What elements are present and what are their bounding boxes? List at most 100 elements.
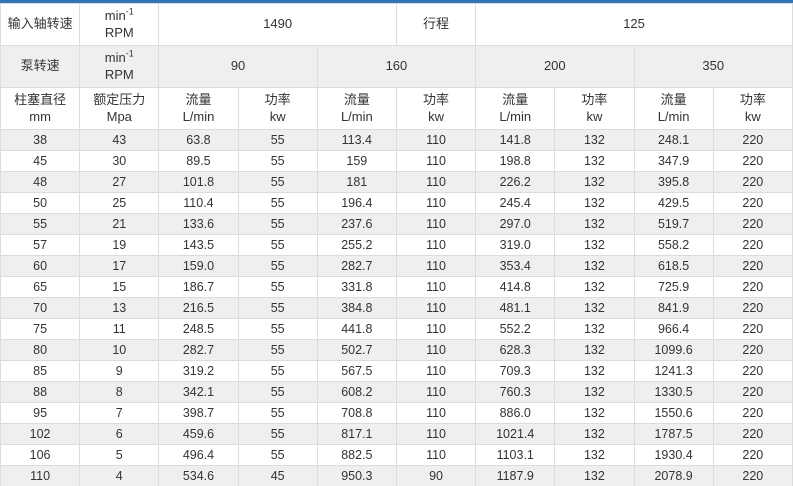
cell: 113.4 [317, 130, 396, 151]
input-shaft-speed-value: 1490 [159, 4, 397, 46]
cell: 110 [396, 277, 475, 298]
cell: 110 [396, 319, 475, 340]
power-header: 功率 kw [238, 88, 317, 130]
cell: 65 [1, 277, 80, 298]
cell: 245.4 [476, 193, 555, 214]
cell: 282.7 [159, 340, 238, 361]
table-row: 453089.555159110198.8132347.9220 [1, 151, 793, 172]
input-shaft-speed-label: 输入轴转速 [1, 4, 80, 46]
cell: 220 [713, 151, 792, 172]
cell: 132 [555, 403, 634, 424]
cell: 132 [555, 277, 634, 298]
cell: 220 [713, 214, 792, 235]
cell: 552.2 [476, 319, 555, 340]
rated-pressure-header: 额定压力 Mpa [80, 88, 159, 130]
cell: 817.1 [317, 424, 396, 445]
cell: 30 [80, 151, 159, 172]
table-row: 5719143.555255.2110319.0132558.2220 [1, 235, 793, 256]
cell: 8 [80, 382, 159, 403]
cell: 110 [396, 151, 475, 172]
cell: 950.3 [317, 466, 396, 486]
cell: 55 [238, 235, 317, 256]
unit-exponent: -1 [126, 7, 134, 17]
cell: 248.5 [159, 319, 238, 340]
cell: 220 [713, 256, 792, 277]
cell: 1787.5 [634, 424, 713, 445]
cell: 110 [396, 172, 475, 193]
cell: 181 [317, 172, 396, 193]
table-row: 7013216.555384.8110481.1132841.9220 [1, 298, 793, 319]
cell: 75 [1, 319, 80, 340]
stroke-value: 125 [476, 4, 793, 46]
power-header: 功率 kw [396, 88, 475, 130]
cell: 198.8 [476, 151, 555, 172]
cell: 220 [713, 130, 792, 151]
cell: 55 [238, 214, 317, 235]
cell: 519.7 [634, 214, 713, 235]
cell: 110 [396, 193, 475, 214]
header-row-input-speed: 输入轴转速 min-1 RPM 1490 行程 125 [1, 4, 793, 46]
flow-header: 流量 L/min [317, 88, 396, 130]
pump-speed-160: 160 [317, 46, 475, 88]
cell: 502.7 [317, 340, 396, 361]
cell: 55 [238, 424, 317, 445]
header-row-pump-speed: 泵转速 min-1 RPM 90 160 200 350 [1, 46, 793, 88]
cell: 220 [713, 298, 792, 319]
cell: 143.5 [159, 235, 238, 256]
cell: 132 [555, 298, 634, 319]
cell: 63.8 [159, 130, 238, 151]
cell: 342.1 [159, 382, 238, 403]
cell: 43 [80, 130, 159, 151]
cell: 216.5 [159, 298, 238, 319]
cell: 45 [1, 151, 80, 172]
cell: 481.1 [476, 298, 555, 319]
cell: 384.8 [317, 298, 396, 319]
table-row: 1026459.655817.11101021.41321787.5220 [1, 424, 793, 445]
cell: 110 [396, 403, 475, 424]
pump-spec-page: 输入轴转速 min-1 RPM 1490 行程 125 泵转速 min-1 RP… [0, 0, 793, 486]
cell: 50 [1, 193, 80, 214]
table-row: 6515186.755331.8110414.8132725.9220 [1, 277, 793, 298]
cell: 1021.4 [476, 424, 555, 445]
cell: 110 [396, 235, 475, 256]
power-header: 功率 kw [713, 88, 792, 130]
cell: 220 [713, 466, 792, 486]
cell: 132 [555, 172, 634, 193]
cell: 132 [555, 361, 634, 382]
unit-exponent: -1 [126, 49, 134, 59]
cell: 220 [713, 382, 792, 403]
cell: 248.1 [634, 130, 713, 151]
cell: 55 [238, 151, 317, 172]
cell: 45 [238, 466, 317, 486]
cell: 709.3 [476, 361, 555, 382]
cell: 331.8 [317, 277, 396, 298]
cell: 55 [238, 277, 317, 298]
pump-speed-unit: min-1 RPM [80, 46, 159, 88]
cell: 132 [555, 130, 634, 151]
cell: 1550.6 [634, 403, 713, 424]
cell: 141.8 [476, 130, 555, 151]
cell: 55 [238, 403, 317, 424]
plunger-diameter-header: 柱塞直径 mm [1, 88, 80, 130]
cell: 55 [238, 361, 317, 382]
cell: 441.8 [317, 319, 396, 340]
cell: 110 [1, 466, 80, 486]
table-row: 6017159.055282.7110353.4132618.5220 [1, 256, 793, 277]
power-header: 功率 kw [555, 88, 634, 130]
cell: 110.4 [159, 193, 238, 214]
cell: 4 [80, 466, 159, 486]
stroke-label: 行程 [396, 4, 475, 46]
cell: 102 [1, 424, 80, 445]
cell: 89.5 [159, 151, 238, 172]
cell: 159 [317, 151, 396, 172]
cell: 10 [80, 340, 159, 361]
cell: 496.4 [159, 445, 238, 466]
header-row-columns: 柱塞直径 mm 额定压力 Mpa 流量 L/min 功率 kw 流量 L/m [1, 88, 793, 130]
cell: 110 [396, 361, 475, 382]
cell: 196.4 [317, 193, 396, 214]
cell: 55 [238, 256, 317, 277]
cell: 708.8 [317, 403, 396, 424]
cell: 88 [1, 382, 80, 403]
cell: 297.0 [476, 214, 555, 235]
cell: 101.8 [159, 172, 238, 193]
